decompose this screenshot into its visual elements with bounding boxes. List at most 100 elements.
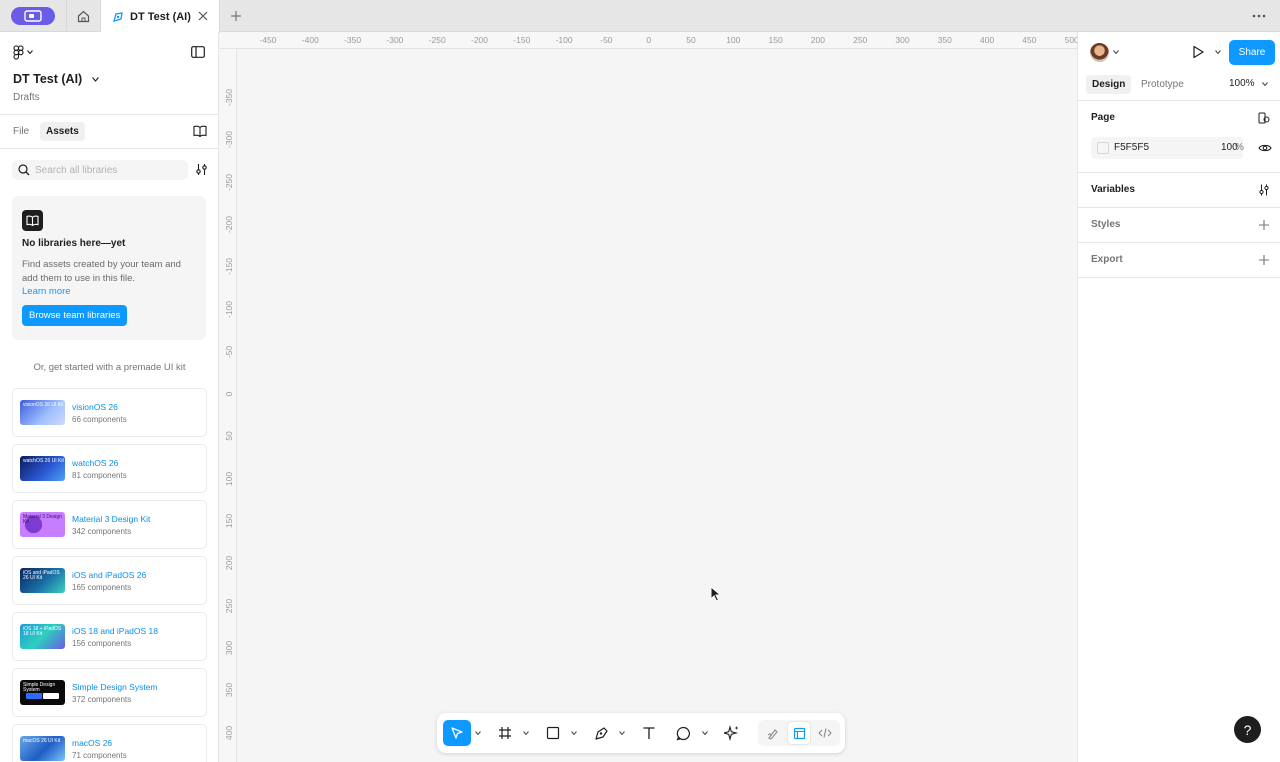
ruler-tick-label: 200: [810, 35, 825, 45]
page-color-hex[interactable]: F5F5F5: [1114, 142, 1149, 153]
local-styles-icon[interactable]: [1258, 112, 1270, 124]
chevron-down-icon[interactable]: [523, 731, 529, 735]
present-play-icon[interactable]: [1191, 45, 1205, 59]
add-export-icon[interactable]: [1258, 254, 1270, 266]
page-color-field[interactable]: F5F5F5 100: [1091, 137, 1243, 159]
search-input[interactable]: [35, 164, 175, 176]
kit-name: macOS 26: [72, 737, 113, 748]
ruler-tick-label: -100: [224, 300, 234, 318]
zoom-dropdown[interactable]: 100%: [1229, 78, 1268, 89]
chevron-down-icon[interactable]: [571, 731, 577, 735]
chevron-down-icon[interactable]: [702, 731, 708, 735]
ruler-tick-label: 200: [224, 556, 234, 571]
tab-assets[interactable]: Assets: [40, 122, 85, 141]
list-item[interactable]: Material 3 Design Kit Material 3 Design …: [12, 500, 207, 549]
library-book-icon[interactable]: [193, 125, 207, 137]
canvas[interactable]: [237, 49, 1077, 762]
ruler-tick-label: -200: [224, 215, 234, 233]
divider: [1078, 100, 1280, 101]
list-item[interactable]: watchOS 26 UI Kit watchOS 26 81 component…: [12, 444, 207, 493]
comment-icon: [676, 726, 690, 740]
toggle-sidebar-icon[interactable]: [191, 46, 205, 58]
frame-tool[interactable]: [493, 720, 517, 746]
design-mode-icon: [793, 727, 805, 739]
list-item[interactable]: macOS 26 UI Kit macOS 26 71 components: [12, 724, 207, 762]
ui-kit-list: visionOS 26 UI Kit visionOS 26 66 compone…: [12, 388, 207, 762]
color-swatch[interactable]: [1097, 142, 1109, 154]
kit-thumbnail-text: iOS and iPadOS 26 UI Kit: [23, 570, 60, 581]
eye-visibility-icon[interactable]: [1258, 142, 1272, 154]
move-tool[interactable]: [443, 720, 471, 746]
file-name-dropdown[interactable]: DT Test (AI): [13, 72, 100, 86]
more-menu-icon[interactable]: [1252, 9, 1266, 23]
kit-count: 156 components: [72, 638, 132, 648]
tab-file[interactable]: File: [13, 126, 29, 137]
ruler-tick-label: -150: [513, 35, 531, 45]
sparkle-ai-icon: [724, 725, 739, 741]
browse-team-libraries-button[interactable]: Browse team libraries: [22, 304, 128, 326]
ai-actions-tool[interactable]: [720, 720, 744, 746]
ruler-tick-label: 50: [686, 35, 696, 45]
ruler-tick-label: 50: [224, 431, 234, 442]
help-button[interactable]: ?: [1234, 716, 1261, 743]
figma-app-icon: [24, 10, 42, 22]
dev-mode-button[interactable]: [814, 722, 836, 744]
kit-thumbnail-text: Simple Design System: [23, 682, 56, 693]
kit-count: 372 components: [72, 694, 132, 704]
ruler-tick-label: 0: [646, 35, 652, 45]
vertical-ruler: -350 -300 -250 -200 -150 -100 -50 0 50 100 150 200 2…: [220, 49, 237, 762]
design-mode-button[interactable]: [788, 722, 810, 744]
kit-thumbnail: Simple Design System: [20, 680, 65, 705]
kit-name: watchOS 26: [72, 457, 119, 468]
ruler-tick-label: 0: [224, 391, 234, 397]
filter-icon[interactable]: [195, 163, 208, 176]
divider: [1078, 242, 1280, 243]
kit-count: 81 components: [72, 470, 127, 480]
share-button[interactable]: Share: [1229, 40, 1275, 65]
draw-mode-button[interactable]: [762, 722, 784, 744]
horizontal-ruler: -450 -400 -350 -300 -250 -200 -150 -100 -50 0 50 10…: [220, 32, 1079, 49]
new-tab-icon[interactable]: [228, 8, 244, 24]
chevron-down-icon[interactable]: [1113, 50, 1119, 54]
kit-thumbnail-text: iOS 18 + iPadOS 18 UI Kit: [23, 626, 62, 637]
divider: [1078, 172, 1280, 173]
file-tab[interactable]: DT Test (AI): [100, 0, 220, 33]
avatar[interactable]: [1090, 43, 1109, 62]
chevron-down-icon[interactable]: [475, 731, 481, 735]
kit-name: visionOS 26: [72, 401, 118, 412]
kit-thumbnail: Material 3 Design Kit: [20, 512, 65, 537]
list-item[interactable]: visionOS 26 UI Kit visionOS 26 66 compone…: [12, 388, 207, 437]
main-menu-button[interactable]: [13, 44, 33, 60]
shape-tool[interactable]: [541, 720, 565, 746]
ruler-tick-label: 150: [224, 513, 234, 529]
variables-settings-icon[interactable]: [1258, 184, 1270, 196]
file-tab-title: DT Test (AI): [130, 10, 191, 23]
chevron-down-icon[interactable]: [619, 731, 625, 735]
frame-icon: [499, 727, 511, 739]
empty-libraries-card: No libraries here—yet Find assets create…: [12, 196, 206, 340]
app-switcher-button[interactable]: [11, 7, 55, 25]
ruler-tick-label: 250: [224, 598, 234, 613]
ruler-tick-label: 150: [768, 35, 783, 45]
page-section-label: Page: [1091, 112, 1115, 123]
list-item[interactable]: iOS 18 + iPadOS 18 UI Kit iOS 18 and iPa…: [12, 612, 207, 661]
divider: [0, 148, 218, 149]
list-item[interactable]: iOS and iPadOS 26 UI Kit iOS and iPadOS …: [12, 556, 207, 605]
chevron-down-icon[interactable]: [1215, 50, 1221, 54]
pen-tool[interactable]: [589, 720, 613, 746]
tab-design[interactable]: Design: [1086, 75, 1132, 94]
kit-thumbnail: iOS 18 + iPadOS 18 UI Kit: [20, 624, 65, 649]
file-location[interactable]: Drafts: [13, 92, 40, 103]
text-tool[interactable]: [637, 720, 661, 746]
tools-toolbar: [437, 713, 845, 753]
comment-tool[interactable]: [671, 720, 695, 746]
tab-prototype[interactable]: Prototype: [1141, 79, 1184, 90]
add-style-icon[interactable]: [1258, 219, 1270, 231]
tab-bar: DT Test (AI): [0, 0, 1280, 33]
ruler-tick-label: 400: [980, 35, 995, 45]
list-item[interactable]: Simple Design System Simple Design Syste…: [12, 668, 207, 717]
learn-more-link[interactable]: Learn more: [22, 285, 196, 299]
rectangle-icon: [546, 726, 560, 740]
home-tab[interactable]: [66, 0, 100, 32]
close-tab-icon[interactable]: [197, 10, 209, 22]
